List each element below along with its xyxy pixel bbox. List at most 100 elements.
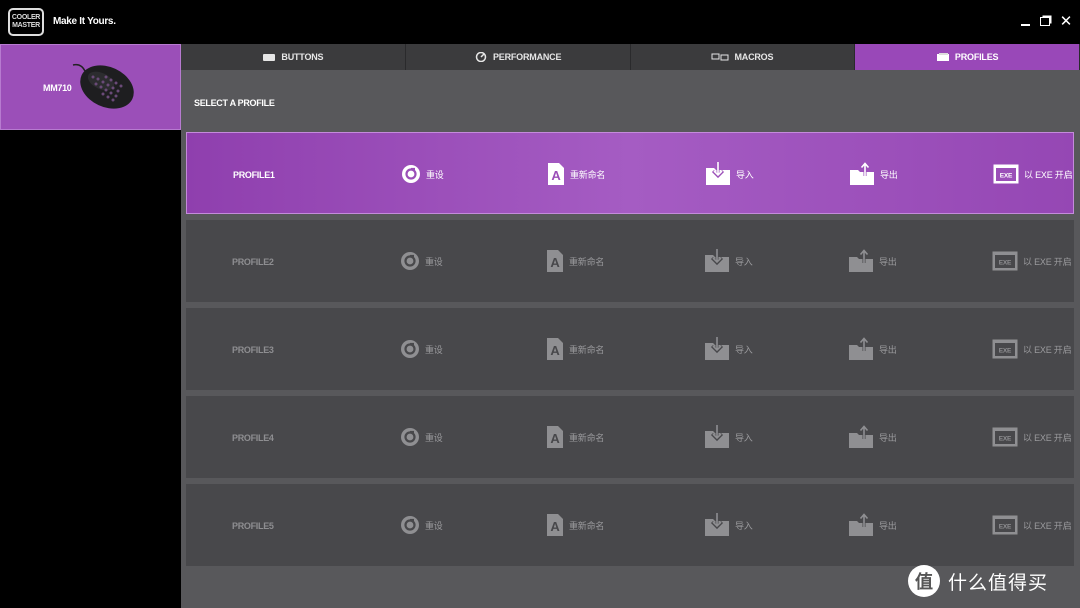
import-icon <box>705 337 729 360</box>
rename-button[interactable]: A 重新命名 <box>546 220 604 302</box>
reset-icon <box>402 165 420 183</box>
export-button[interactable]: 导出 <box>848 220 897 302</box>
reset-label: 重设 <box>426 169 444 180</box>
main-panel: BUTTONS PERFORMANCE MACROS PROFILES SELE… <box>181 44 1080 608</box>
export-label: 导出 <box>879 520 897 531</box>
reset-icon <box>401 340 419 358</box>
export-button[interactable]: 导出 <box>848 484 897 566</box>
import-button[interactable]: 导入 <box>704 308 753 390</box>
profile-row[interactable]: PROFILE5 重设 A 重新命名 导入 导出 EXE 以 EXE 开启 <box>186 484 1074 566</box>
import-label: 导入 <box>735 432 753 443</box>
device-tile-mm710[interactable]: MM710 <box>0 44 181 130</box>
profile-name: PROFILE3 <box>232 345 274 355</box>
open-with-exe-button[interactable]: EXE 以 EXE 开启 <box>992 484 1072 566</box>
watermark-text: 什么值得买 <box>948 572 1049 594</box>
rename-button[interactable]: A 重新命名 <box>546 308 604 390</box>
export-label: 导出 <box>879 432 897 443</box>
import-button[interactable]: 导入 <box>704 220 753 302</box>
svg-text:EXE: EXE <box>999 260 1012 267</box>
import-button[interactable]: 导入 <box>704 396 753 478</box>
rename-button[interactable]: A 重新命名 <box>547 133 605 215</box>
export-icon <box>849 249 873 272</box>
import-label: 导入 <box>735 256 753 267</box>
reset-button[interactable]: 重设 <box>400 396 443 478</box>
tab-performance[interactable]: PERFORMANCE <box>405 44 631 70</box>
tab-buttons-label: BUTTONS <box>281 52 324 62</box>
import-icon <box>705 249 729 272</box>
tab-profiles-label: PROFILES <box>954 52 999 62</box>
reset-button[interactable]: 重设 <box>400 308 443 390</box>
import-button[interactable]: 导入 <box>705 133 754 215</box>
open-with-exe-label: 以 EXE 开启 <box>1023 344 1072 355</box>
profile-name: PROFILE1 <box>233 170 275 180</box>
close-button[interactable]: ✕ <box>1058 13 1074 29</box>
tab-profiles[interactable]: PROFILES <box>855 44 1080 70</box>
export-button[interactable]: 导出 <box>849 133 898 215</box>
watermark-badge: 值 <box>908 565 940 597</box>
rename-icon: A <box>547 250 563 272</box>
device-name: MM710 <box>43 83 72 93</box>
svg-text:A: A <box>550 343 560 358</box>
import-label: 导入 <box>735 344 753 355</box>
svg-text:EXE: EXE <box>999 524 1012 531</box>
reset-label: 重设 <box>425 344 443 355</box>
open-with-exe-button[interactable]: EXE 以 EXE 开启 <box>992 220 1072 302</box>
exe-window-icon: EXE <box>992 339 1018 359</box>
rename-label: 重新命名 <box>569 432 605 443</box>
rename-button[interactable]: A 重新命名 <box>546 396 604 478</box>
svg-text:EXE: EXE <box>999 436 1012 443</box>
open-with-exe-button[interactable]: EXE 以 EXE 开启 <box>993 133 1073 215</box>
profile-row[interactable]: PROFILE2 重设 A 重新命名 导入 导出 EXE 以 EXE 开启 <box>186 220 1074 302</box>
profile-row[interactable]: PROFILE1 重设 A 重新命名 导入 导出 EXE 以 EXE 开启 <box>186 132 1074 214</box>
rename-icon: A <box>547 338 563 360</box>
reset-label: 重设 <box>425 256 443 267</box>
reset-label: 重设 <box>425 432 443 443</box>
profile-row[interactable]: PROFILE4 重设 A 重新命名 导入 导出 EXE 以 EXE 开启 <box>186 396 1074 478</box>
rename-button[interactable]: A 重新命名 <box>546 484 604 566</box>
rename-icon: A <box>548 163 564 185</box>
tab-macros[interactable]: MACROS <box>630 44 856 70</box>
export-label: 导出 <box>879 256 897 267</box>
export-label: 导出 <box>880 169 898 180</box>
export-icon <box>849 513 873 536</box>
macro-icon <box>711 53 729 61</box>
tab-performance-label: PERFORMANCE <box>492 52 562 62</box>
title-bar: COOLER MASTER Make It Yours. ✕ <box>0 0 1080 44</box>
tab-bar: BUTTONS PERFORMANCE MACROS PROFILES <box>181 44 1080 70</box>
tab-buttons[interactable]: BUTTONS <box>181 44 406 70</box>
export-icon <box>849 337 873 360</box>
tab-macros-label: MACROS <box>734 52 774 62</box>
open-with-exe-label: 以 EXE 开启 <box>1024 169 1073 180</box>
svg-text:A: A <box>550 431 560 446</box>
cooler-master-logo: COOLER MASTER <box>8 8 44 36</box>
export-icon <box>850 162 874 185</box>
open-with-exe-button[interactable]: EXE 以 EXE 开启 <box>992 308 1072 390</box>
profile-name: PROFILE4 <box>232 433 274 443</box>
gauge-icon <box>475 52 487 62</box>
svg-text:A: A <box>550 255 560 270</box>
open-with-exe-button[interactable]: EXE 以 EXE 开启 <box>992 396 1072 478</box>
reset-button[interactable]: 重设 <box>400 220 443 302</box>
device-sidebar: MM710 <box>0 44 181 608</box>
open-with-exe-label: 以 EXE 开启 <box>1023 520 1072 531</box>
exe-window-icon: EXE <box>992 515 1018 535</box>
svg-text:EXE: EXE <box>999 348 1012 355</box>
close-icon: ✕ <box>1059 12 1073 30</box>
reset-icon <box>401 252 419 270</box>
minimize-button[interactable] <box>1017 13 1033 29</box>
import-icon <box>705 425 729 448</box>
open-with-exe-label: 以 EXE 开启 <box>1023 256 1072 267</box>
open-with-exe-label: 以 EXE 开启 <box>1023 432 1072 443</box>
mouse-image <box>72 63 134 109</box>
profile-row[interactable]: PROFILE3 重设 A 重新命名 导入 导出 EXE 以 EXE 开启 <box>186 308 1074 390</box>
profile-name: PROFILE5 <box>232 521 274 531</box>
section-title: SELECT A PROFILE <box>194 98 275 108</box>
reset-icon <box>401 516 419 534</box>
export-button[interactable]: 导出 <box>848 308 897 390</box>
import-button[interactable]: 导入 <box>704 484 753 566</box>
reset-button[interactable]: 重设 <box>400 484 443 566</box>
export-label: 导出 <box>879 344 897 355</box>
maximize-button[interactable] <box>1037 13 1053 29</box>
reset-button[interactable]: 重设 <box>401 133 444 215</box>
export-button[interactable]: 导出 <box>848 396 897 478</box>
